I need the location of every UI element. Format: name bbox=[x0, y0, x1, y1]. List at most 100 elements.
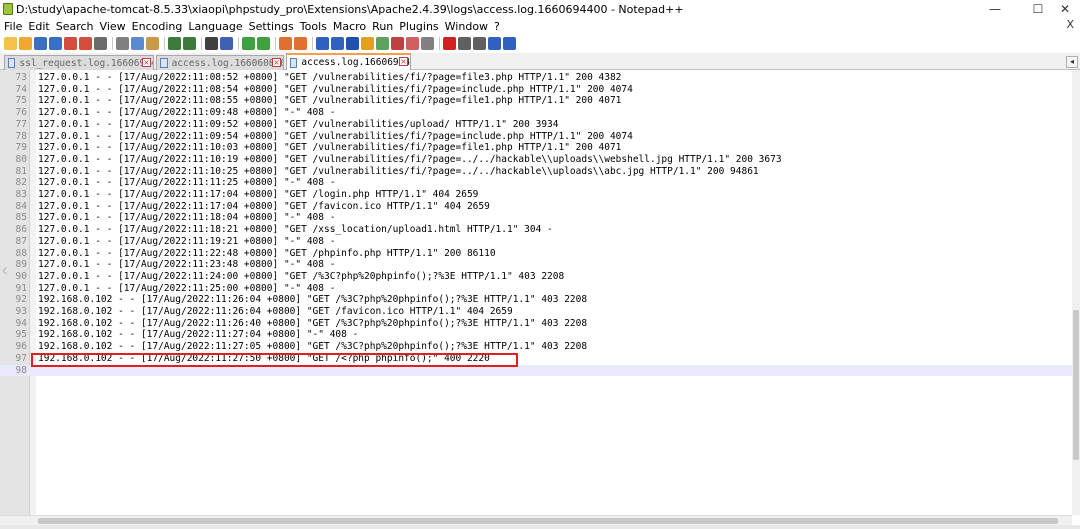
line-text[interactable]: 127.0.0.1 - - [17/Aug/2022:11:18:04 +080… bbox=[38, 212, 335, 224]
open-file-icon[interactable] bbox=[19, 37, 32, 50]
function-list-icon[interactable] bbox=[391, 37, 404, 50]
line-text[interactable]: 127.0.0.1 - - [17/Aug/2022:11:17:04 +080… bbox=[38, 189, 478, 201]
folder-workspace-icon[interactable] bbox=[406, 37, 419, 50]
record-macro-icon[interactable] bbox=[443, 37, 456, 50]
tab-2[interactable]: access.log.1660694400 × bbox=[286, 53, 411, 70]
doc-map-icon[interactable] bbox=[376, 37, 389, 50]
cut-icon[interactable] bbox=[116, 37, 129, 50]
show-all-chars-icon[interactable] bbox=[331, 37, 344, 50]
line-text[interactable]: 192.168.0.102 - - [17/Aug/2022:11:26:04 … bbox=[38, 306, 513, 318]
tab-0[interactable]: ssl_request.log.1660694400× bbox=[4, 55, 154, 70]
tab-scroll-left-button[interactable]: ◂ bbox=[1066, 56, 1078, 68]
menu-item-tools[interactable]: Tools bbox=[300, 20, 327, 33]
editor-line[interactable]: 94 192.168.0.102 - - [17/Aug/2022:11:26:4… bbox=[0, 318, 1072, 330]
menu-item-edit[interactable]: Edit bbox=[28, 20, 49, 33]
editor-area[interactable]: 73 127.0.0.1 - - [17/Aug/2022:11:08:52 +0… bbox=[0, 70, 1072, 515]
line-text[interactable]: 127.0.0.1 - - [17/Aug/2022:11:10:19 +080… bbox=[38, 154, 782, 166]
menu-item-language[interactable]: Language bbox=[188, 20, 242, 33]
editor-line[interactable]: 87 127.0.0.1 - - [17/Aug/2022:11:19:21 +0… bbox=[0, 236, 1072, 248]
line-text[interactable]: 127.0.0.1 - - [17/Aug/2022:11:09:52 +080… bbox=[38, 119, 558, 131]
line-text[interactable]: 192.168.0.102 - - [17/Aug/2022:11:26:40 … bbox=[38, 318, 587, 330]
zoom-out-icon[interactable] bbox=[257, 37, 270, 50]
line-text[interactable]: 127.0.0.1 - - [17/Aug/2022:11:17:04 +080… bbox=[38, 201, 490, 213]
monitoring-icon[interactable] bbox=[421, 37, 434, 50]
line-text[interactable]: 192.168.0.102 - - [17/Aug/2022:11:26:04 … bbox=[38, 294, 587, 306]
minimize-button[interactable]: — bbox=[975, 0, 1015, 18]
editor-line[interactable]: 79 127.0.0.1 - - [17/Aug/2022:11:10:03 +0… bbox=[0, 142, 1072, 154]
menu-item-macro[interactable]: Macro bbox=[333, 20, 366, 33]
print-icon[interactable] bbox=[94, 37, 107, 50]
line-text[interactable]: 127.0.0.1 - - [17/Aug/2022:11:08:54 +080… bbox=[38, 84, 633, 96]
line-text[interactable]: 127.0.0.1 - - [17/Aug/2022:11:08:52 +080… bbox=[38, 72, 621, 84]
close-window-button[interactable]: ✕ bbox=[1045, 0, 1080, 18]
redo-icon[interactable] bbox=[183, 37, 196, 50]
line-text[interactable]: 127.0.0.1 - - [17/Aug/2022:11:08:55 +080… bbox=[38, 95, 621, 107]
editor-line[interactable]: 88 127.0.0.1 - - [17/Aug/2022:11:22:48 +0… bbox=[0, 248, 1072, 260]
paste-icon[interactable] bbox=[146, 37, 159, 50]
replace-icon[interactable] bbox=[220, 37, 233, 50]
indent-guide-icon[interactable] bbox=[346, 37, 359, 50]
line-text[interactable]: 127.0.0.1 - - [17/Aug/2022:11:24:00 +080… bbox=[38, 271, 564, 283]
editor-line[interactable]: 91 127.0.0.1 - - [17/Aug/2022:11:25:00 +0… bbox=[0, 283, 1072, 295]
editor-line[interactable]: 73 127.0.0.1 - - [17/Aug/2022:11:08:52 +0… bbox=[0, 72, 1072, 84]
line-text[interactable]: 127.0.0.1 - - [17/Aug/2022:11:25:00 +080… bbox=[38, 283, 335, 295]
horizontal-scrollbar[interactable] bbox=[0, 515, 1072, 525]
line-text[interactable]: 127.0.0.1 - - [17/Aug/2022:11:23:48 +080… bbox=[38, 259, 335, 271]
run-macro-multiple-icon[interactable] bbox=[488, 37, 501, 50]
line-text[interactable]: 192.168.0.102 - - [17/Aug/2022:11:27:04 … bbox=[38, 329, 358, 341]
menu-item-window[interactable]: Window bbox=[445, 20, 488, 33]
save-macro-icon[interactable] bbox=[503, 37, 516, 50]
zoom-in-icon[interactable] bbox=[242, 37, 255, 50]
editor-line[interactable]: 86 127.0.0.1 - - [17/Aug/2022:11:18:21 +0… bbox=[0, 224, 1072, 236]
menu-item-search[interactable]: Search bbox=[56, 20, 94, 33]
line-text[interactable]: 127.0.0.1 - - [17/Aug/2022:11:09:54 +080… bbox=[38, 131, 633, 143]
close-all-icon[interactable] bbox=[79, 37, 92, 50]
undo-icon[interactable] bbox=[168, 37, 181, 50]
menu-item-settings[interactable]: Settings bbox=[249, 20, 294, 33]
find-icon[interactable] bbox=[205, 37, 218, 50]
sync-horizontal-icon[interactable] bbox=[294, 37, 307, 50]
udl-icon[interactable] bbox=[361, 37, 374, 50]
tab-close-icon[interactable]: × bbox=[399, 57, 408, 66]
line-text[interactable]: 127.0.0.1 - - [17/Aug/2022:11:18:21 +080… bbox=[38, 224, 553, 236]
menu-item-view[interactable]: View bbox=[100, 20, 126, 33]
line-text[interactable]: 192.168.0.102 - - [17/Aug/2022:11:27:05 … bbox=[38, 341, 587, 353]
horizontal-scroll-thumb[interactable] bbox=[38, 518, 1058, 524]
editor-line[interactable]: 80 127.0.0.1 - - [17/Aug/2022:11:10:19 +0… bbox=[0, 154, 1072, 166]
menu-item-help[interactable]: ? bbox=[494, 20, 500, 33]
menu-item-run[interactable]: Run bbox=[372, 20, 393, 33]
editor-line[interactable]: 93 192.168.0.102 - - [17/Aug/2022:11:26:0… bbox=[0, 306, 1072, 318]
close-icon[interactable] bbox=[64, 37, 77, 50]
tab-close-icon[interactable]: × bbox=[272, 58, 281, 67]
editor-line[interactable]: 74 127.0.0.1 - - [17/Aug/2022:11:08:54 +0… bbox=[0, 84, 1072, 96]
editor-line[interactable]: 85 127.0.0.1 - - [17/Aug/2022:11:18:04 +0… bbox=[0, 212, 1072, 224]
editor-line[interactable]: 82 127.0.0.1 - - [17/Aug/2022:11:11:25 +0… bbox=[0, 177, 1072, 189]
editor-line[interactable]: 96 192.168.0.102 - - [17/Aug/2022:11:27:0… bbox=[0, 341, 1072, 353]
line-text[interactable]: 127.0.0.1 - - [17/Aug/2022:11:10:03 +080… bbox=[38, 142, 621, 154]
line-text[interactable]: 127.0.0.1 - - [17/Aug/2022:11:11:25 +080… bbox=[38, 177, 335, 189]
close-document-button[interactable]: X bbox=[1066, 18, 1074, 31]
stop-macro-icon[interactable] bbox=[458, 37, 471, 50]
editor-line[interactable]: 77 127.0.0.1 - - [17/Aug/2022:11:09:52 +0… bbox=[0, 119, 1072, 131]
save-icon[interactable] bbox=[34, 37, 47, 50]
menu-item-encoding[interactable]: Encoding bbox=[132, 20, 183, 33]
line-text[interactable]: 127.0.0.1 - - [17/Aug/2022:11:19:21 +080… bbox=[38, 236, 335, 248]
word-wrap-icon[interactable] bbox=[316, 37, 329, 50]
new-file-icon[interactable] bbox=[4, 37, 17, 50]
copy-icon[interactable] bbox=[131, 37, 144, 50]
tab-1[interactable]: access.log.1660608000 × bbox=[156, 55, 284, 70]
editor-line[interactable]: 95 192.168.0.102 - - [17/Aug/2022:11:27:0… bbox=[0, 329, 1072, 341]
editor-line[interactable]: 75 127.0.0.1 - - [17/Aug/2022:11:08:55 +0… bbox=[0, 95, 1072, 107]
editor-line[interactable]: 84 127.0.0.1 - - [17/Aug/2022:11:17:04 +0… bbox=[0, 201, 1072, 213]
tab-close-icon[interactable]: × bbox=[142, 58, 151, 67]
play-macro-icon[interactable] bbox=[473, 37, 486, 50]
line-text[interactable]: 127.0.0.1 - - [17/Aug/2022:11:10:25 +080… bbox=[38, 166, 759, 178]
menu-item-file[interactable]: File bbox=[4, 20, 22, 33]
line-text[interactable]: 127.0.0.1 - - [17/Aug/2022:11:09:48 +080… bbox=[38, 107, 335, 119]
editor-line[interactable]: 78 127.0.0.1 - - [17/Aug/2022:11:09:54 +0… bbox=[0, 131, 1072, 143]
save-all-icon[interactable] bbox=[49, 37, 62, 50]
menu-item-plugins[interactable]: Plugins bbox=[399, 20, 438, 33]
editor-line[interactable]: 90 127.0.0.1 - - [17/Aug/2022:11:24:00 +0… bbox=[0, 271, 1072, 283]
sync-vertical-icon[interactable] bbox=[279, 37, 292, 50]
editor-line[interactable]: 83 127.0.0.1 - - [17/Aug/2022:11:17:04 +0… bbox=[0, 189, 1072, 201]
